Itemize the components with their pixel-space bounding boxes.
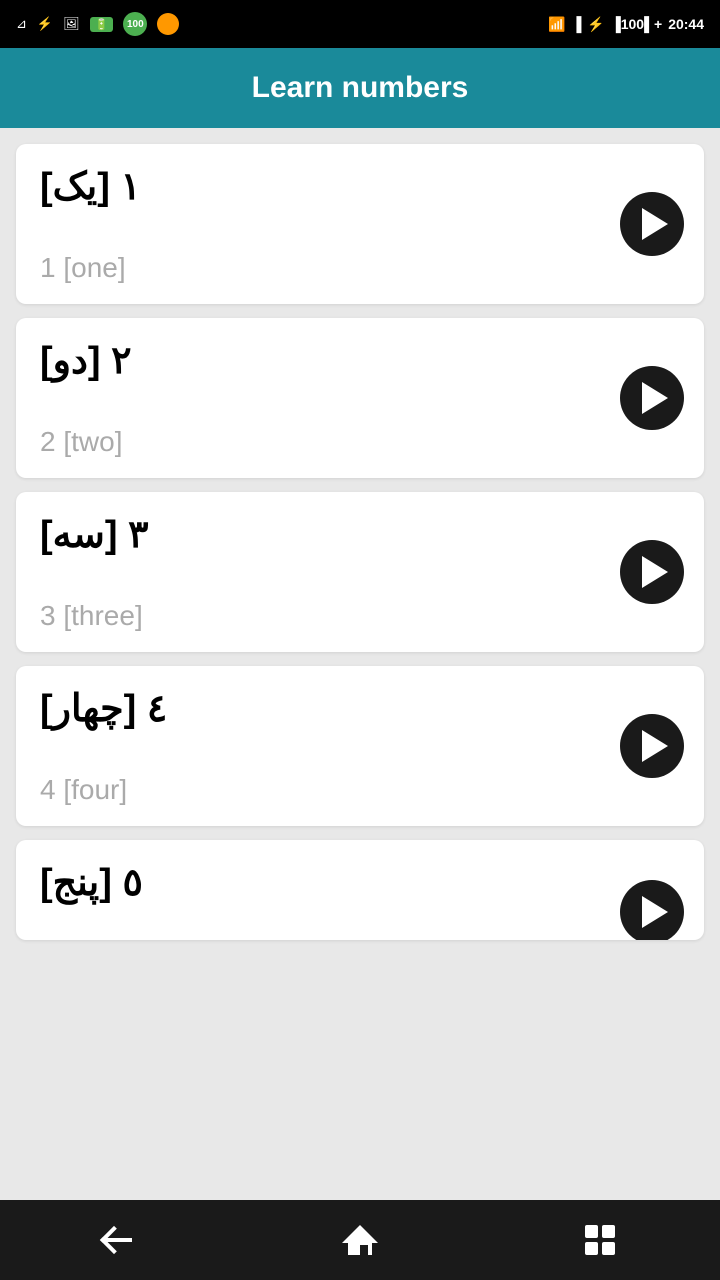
bottom-nav <box>0 1200 720 1280</box>
play-triangle-icon-3 <box>642 556 668 588</box>
home-icon <box>344 1225 376 1255</box>
play-button-4[interactable] <box>620 714 684 778</box>
signal-bars-icon: ▐ <box>571 16 581 32</box>
coin-100-icon: 100 <box>123 12 147 36</box>
content-area: ١ [یک] 1 [one] ٢ [دو] 2 [two] ٣ [سه] 3 [… <box>0 128 720 1200</box>
arabic-text-1: ١ [یک] <box>40 164 684 209</box>
recents-button[interactable] <box>570 1210 630 1270</box>
number-card-5: ٥ [پنج] <box>16 840 704 940</box>
home-body-icon <box>348 1239 372 1255</box>
sq2 <box>602 1225 615 1238</box>
orange-circle-icon <box>157 13 179 35</box>
back-button[interactable] <box>90 1210 150 1270</box>
play-button-5[interactable] <box>620 880 684 940</box>
charging-icon: ⚡ <box>587 16 604 33</box>
english-text-1: 1 [one] <box>40 242 684 284</box>
number-card-1: ١ [یک] 1 [one] <box>16 144 704 304</box>
number-card-2: ٢ [دو] 2 [two] <box>16 318 704 478</box>
play-button-2[interactable] <box>620 366 684 430</box>
english-text-4: 4 [four] <box>40 764 684 806</box>
battery-full-icon: ▐100▌+ <box>611 16 662 32</box>
play-button-1[interactable] <box>620 192 684 256</box>
play-button-3[interactable] <box>620 540 684 604</box>
app-header: Learn numbers <box>0 48 720 128</box>
play-triangle-icon-1 <box>642 208 668 240</box>
home-door-icon <box>360 1245 368 1255</box>
wifi-icon: 📶 <box>548 16 565 33</box>
sq4 <box>602 1242 615 1255</box>
status-bar: ⊿ ⚡ 🖼 🔋 100 📶 ▐ ⚡ ▐100▌+ 20:44 <box>0 0 720 48</box>
arabic-text-4: ٤ [چهار] <box>40 686 684 731</box>
usb-icon: ⚡ <box>37 16 53 32</box>
back-arrow-icon <box>104 1226 136 1254</box>
clock: 20:44 <box>668 16 704 32</box>
english-text-3: 3 [three] <box>40 590 684 632</box>
arabic-text-5: ٥ [پنج] <box>40 860 684 905</box>
english-text-2: 2 [two] <box>40 416 684 458</box>
sq3 <box>585 1242 598 1255</box>
arabic-text-3: ٣ [سه] <box>40 512 684 557</box>
page-title: Learn numbers <box>252 71 469 105</box>
sq1 <box>585 1225 598 1238</box>
play-triangle-icon-2 <box>642 382 668 414</box>
number-card-4: ٤ [چهار] 4 [four] <box>16 666 704 826</box>
status-right: 📶 ▐ ⚡ ▐100▌+ 20:44 <box>548 16 704 33</box>
home-button[interactable] <box>330 1210 390 1270</box>
number-card-3: ٣ [سه] 3 [three] <box>16 492 704 652</box>
status-left: ⊿ ⚡ 🖼 🔋 100 <box>16 12 179 36</box>
play-triangle-icon-4 <box>642 730 668 762</box>
battery-green-icon: 🔋 <box>90 17 114 32</box>
arabic-text-2: ٢ [دو] <box>40 338 684 383</box>
image-icon: 🖼 <box>63 16 80 32</box>
play-triangle-icon-5 <box>642 896 668 928</box>
recents-icon <box>585 1225 615 1255</box>
signal-icon: ⊿ <box>16 16 27 32</box>
